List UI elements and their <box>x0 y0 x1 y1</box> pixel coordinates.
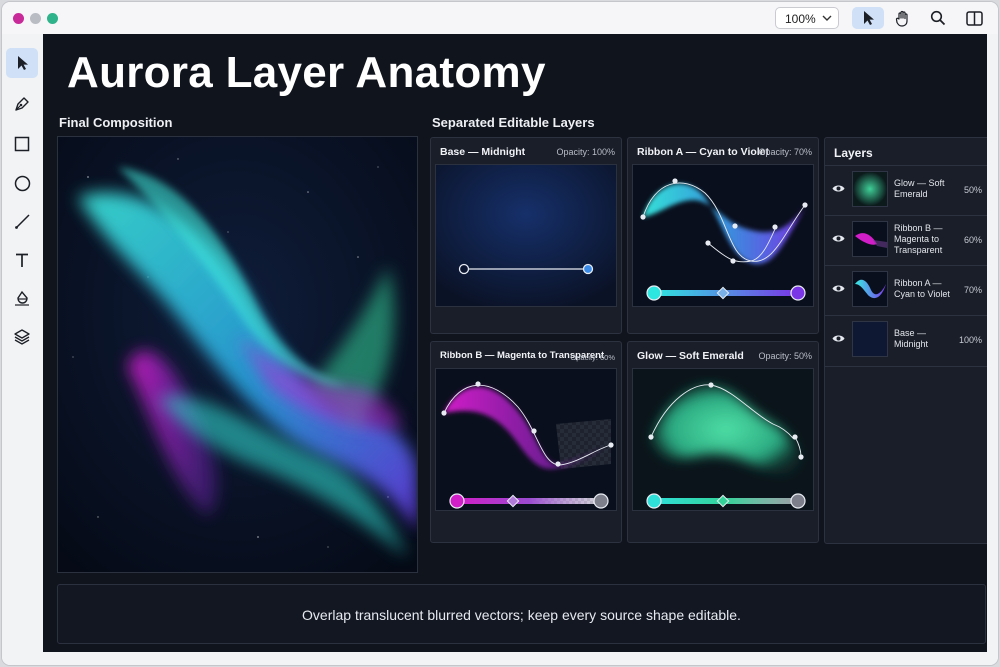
eye-icon[interactable] <box>832 334 845 343</box>
layer-preview <box>632 368 814 511</box>
layer-card-ribbon-a[interactable]: Ribbon A — Cyan to Violet Opacity: 70% <box>627 137 819 334</box>
pointer-icon <box>864 11 874 25</box>
horizontal-scrollbar[interactable] <box>43 652 987 665</box>
layer-card-opacity: Opacity: 100% <box>556 147 615 157</box>
ellipse-icon <box>14 175 30 191</box>
layers-icon <box>14 329 30 345</box>
layer-thumbnail <box>852 221 888 257</box>
pointer-icon <box>18 56 28 70</box>
layer-card-ribbon-b[interactable]: Ribbon B — Magenta to Transparent Opacit… <box>430 341 622 543</box>
ellipse-tool[interactable] <box>6 168 38 198</box>
pen-icon <box>15 97 29 111</box>
zoom-value: 100% <box>785 12 816 26</box>
layer-card-base[interactable]: Base — Midnight Opacity: 100% <box>430 137 622 334</box>
rectangle-icon <box>14 136 30 152</box>
search-icon <box>930 10 946 26</box>
gradient-slider[interactable] <box>449 492 609 510</box>
layer-preview <box>435 164 617 307</box>
layer-card-title: Base — Midnight <box>440 146 526 158</box>
gradient-slider[interactable] <box>646 492 806 510</box>
hand-icon <box>895 10 908 27</box>
line-tool[interactable] <box>6 206 38 236</box>
chevron-down-icon <box>822 15 832 21</box>
layer-row-ribbon-b[interactable]: Ribbon B — Magenta to Transparent 60% <box>825 215 989 266</box>
artboard-canvas[interactable]: Aurora Layer Anatomy Final Composition S… <box>43 34 990 652</box>
eye-icon[interactable] <box>832 184 845 193</box>
search-button[interactable] <box>922 7 954 29</box>
layer-thumbnail <box>852 321 888 357</box>
layers-panel: Layers Glow — Soft Emerald 50% Ribbon B … <box>824 137 990 544</box>
layer-preview <box>435 368 617 511</box>
app-window: 100% Aurora Layer Anatomy Final Composit… <box>1 1 999 666</box>
eye-icon[interactable] <box>832 234 845 243</box>
close-window-button[interactable] <box>13 13 24 24</box>
tool-sidebar <box>2 34 44 665</box>
composition-heading: Final Composition <box>59 115 173 130</box>
layer-card-opacity: Opacity: 70% <box>758 147 812 157</box>
layer-row-base[interactable]: Base — Midnight 100% <box>825 315 989 367</box>
select-tool[interactable] <box>6 48 38 78</box>
layer-opacity: 60% <box>963 235 982 245</box>
layers-tool[interactable] <box>6 322 38 352</box>
gradient-stop-handle <box>458 263 470 275</box>
split-view-button[interactable] <box>958 7 990 29</box>
layer-name: Ribbon B — Magenta to Transparent <box>894 223 943 255</box>
layer-name: Glow — Soft Emerald <box>894 178 945 199</box>
caption-text: Overlap translucent blurred vectors; kee… <box>302 607 741 623</box>
gradient-slider[interactable] <box>646 284 806 302</box>
title-bar: 100% <box>2 2 998 35</box>
text-tool[interactable] <box>6 245 38 275</box>
minimize-window-button[interactable] <box>30 13 41 24</box>
fill-icon <box>15 290 29 306</box>
eye-icon[interactable] <box>832 284 845 293</box>
fill-tool[interactable] <box>6 283 38 313</box>
layer-card-opacity: Opacity: 50% <box>758 351 812 361</box>
layer-card-opacity: Opacity: 60% <box>570 353 615 362</box>
text-icon <box>16 253 28 267</box>
final-composition[interactable] <box>57 136 418 573</box>
pen-tool[interactable] <box>6 89 38 119</box>
layers-panel-heading: Layers <box>834 146 873 160</box>
zoom-select[interactable]: 100% <box>775 7 839 29</box>
layer-row-ribbon-a[interactable]: Ribbon A — Cyan to Violet 70% <box>825 265 989 316</box>
layer-thumbnail <box>852 271 888 307</box>
layer-opacity: 100% <box>958 335 982 345</box>
hand-tool-button[interactable] <box>887 7 919 29</box>
gradient-stop-handle <box>582 263 594 275</box>
layer-name: Base — Midnight <box>894 328 929 349</box>
caption-box: Overlap translucent blurred vectors; kee… <box>57 584 986 644</box>
layer-card-glow[interactable]: Glow — Soft Emerald Opacity: 50% <box>627 341 819 543</box>
layers-heading: Separated Editable Layers <box>432 115 595 130</box>
layer-name: Ribbon A — Cyan to Violet <box>894 278 950 299</box>
rectangle-tool[interactable] <box>6 129 38 159</box>
layer-card-title: Glow — Soft Emerald <box>637 350 744 362</box>
layer-card-title: Ribbon A — Cyan to Violet <box>637 146 770 158</box>
pointer-tool-button[interactable] <box>852 7 884 29</box>
composition-artwork <box>58 137 417 572</box>
line-icon <box>14 213 30 229</box>
maximize-window-button[interactable] <box>47 13 58 24</box>
layer-thumbnail <box>852 171 888 207</box>
layer-opacity: 70% <box>963 285 982 295</box>
layer-row-glow[interactable]: Glow — Soft Emerald 50% <box>825 165 989 216</box>
vertical-scrollbar[interactable] <box>987 34 998 665</box>
split-view-icon <box>965 10 983 26</box>
page-title: Aurora Layer Anatomy <box>67 48 546 97</box>
layer-opacity: 50% <box>963 185 982 195</box>
